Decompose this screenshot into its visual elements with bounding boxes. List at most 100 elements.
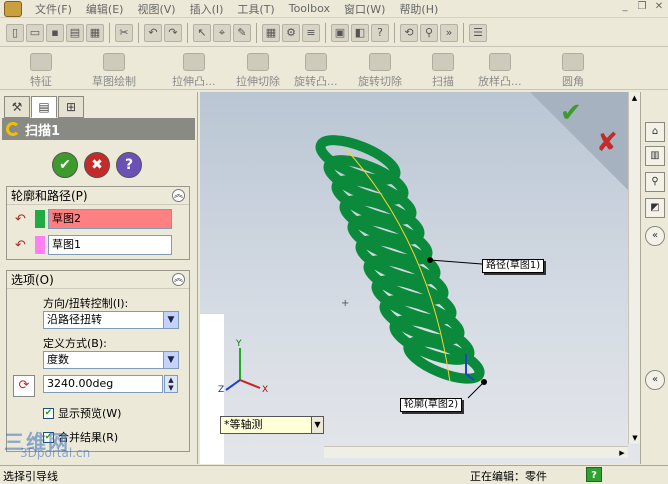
extrude-cut-icon xyxy=(247,53,269,71)
help-button[interactable]: ? xyxy=(116,152,142,178)
panel-title-bar: 扫描1 xyxy=(2,118,195,140)
collapse-icon[interactable]: ︽ xyxy=(172,189,185,202)
home-icon[interactable]: ⌂ xyxy=(645,122,665,142)
loft-button[interactable]: 放样凸... xyxy=(478,51,522,89)
profile-callout[interactable]: 轮廓(草图2) xyxy=(400,398,463,412)
orientation-label: 方向/扭转控制(I): xyxy=(43,297,129,310)
open-icon[interactable]: ▭ xyxy=(26,23,44,42)
grid-icon[interactable]: ▦ xyxy=(262,23,280,42)
view-orientation-select[interactable]: *等轴测 ▼ xyxy=(220,416,324,434)
file-explorer-icon[interactable]: ⚲ xyxy=(645,172,665,192)
scroll-up-icon[interactable]: ▲ xyxy=(629,92,640,104)
orientation-select[interactable]: 沿路径扭转 ▼ xyxy=(43,311,179,329)
status-help-icon[interactable]: ? xyxy=(586,467,602,482)
zoom-icon[interactable]: ⚲ xyxy=(420,23,438,42)
toolbar-separator xyxy=(394,22,395,43)
ok-button[interactable]: ✔ xyxy=(52,152,78,178)
cancel-button[interactable]: ✖ xyxy=(84,152,110,178)
save-icon[interactable]: ▪ xyxy=(46,23,64,42)
path-color-swatch xyxy=(35,236,45,254)
revolve-cut-icon xyxy=(369,53,391,71)
undo-icon[interactable]: ↶ xyxy=(144,23,162,42)
svg-text:Z: Z xyxy=(218,385,224,395)
extrude-boss-icon xyxy=(182,53,205,71)
minimize-icon[interactable]: _ xyxy=(618,1,632,15)
svg-text:Y: Y xyxy=(235,339,242,349)
scroll-down-icon[interactable]: ▼ xyxy=(629,432,640,444)
options-icon[interactable]: ≡ xyxy=(302,23,320,42)
status-editing: 正在编辑：零件 xyxy=(470,470,547,483)
design-library-icon[interactable]: ▥ xyxy=(645,146,665,166)
app-logo-icon[interactable] xyxy=(4,0,22,17)
help-icon[interactable]: ? xyxy=(371,23,389,42)
show-preview-checkbox[interactable]: ✔ xyxy=(43,407,54,419)
cut-icon[interactable]: ✂ xyxy=(115,23,133,42)
path-callout[interactable]: 路径(草图1) xyxy=(482,259,545,273)
define-label: 定义方式(B): xyxy=(43,337,107,350)
rotate-icon[interactable]: ⟲ xyxy=(400,23,418,42)
menu-file[interactable]: 文件(F) xyxy=(28,1,79,17)
expand-left-icon[interactable]: « xyxy=(645,370,665,390)
print-preview-icon[interactable]: ▦ xyxy=(86,23,104,42)
status-hint: 选择引导线 xyxy=(3,470,58,483)
collapse-left-icon[interactable]: « xyxy=(645,226,665,246)
close-icon[interactable]: ✕ xyxy=(652,1,666,15)
path-selection-box[interactable]: 草图1 xyxy=(48,235,172,255)
extrude-cut-button[interactable]: 拉伸切除 xyxy=(236,51,280,89)
config-manager-tab[interactable]: ⊞ xyxy=(58,96,84,118)
sweep-button[interactable]: 扫描 xyxy=(432,51,454,89)
accept-check-icon[interactable]: ✔ xyxy=(560,98,582,128)
define-select[interactable]: 度数 ▼ xyxy=(43,351,179,369)
new-icon[interactable]: ▯ xyxy=(6,23,24,42)
collapse-icon[interactable]: ︽ xyxy=(172,273,185,286)
revolve-cut-button[interactable]: 旋转切除 xyxy=(358,51,402,89)
standard-toolbar: ▯ ▭ ▪ ▤ ▦ ✂ ↶ ↷ ↖ ⌖ ✎ ▦ ⚙ ≡ ▣ ◧ ? ⟲ ⚲ » … xyxy=(0,19,668,47)
vertical-scrollbar[interactable]: ▲ ▼ xyxy=(628,92,640,444)
feature-tab-button[interactable]: 特征 xyxy=(30,51,52,89)
smart-dim-icon[interactable]: ⌖ xyxy=(213,23,231,42)
horizontal-scrollbar[interactable]: ▶ xyxy=(324,446,628,458)
profile-selection-box[interactable]: 草图2 xyxy=(48,209,172,229)
sketch-icon[interactable]: ✎ xyxy=(233,23,251,42)
menu-bar: 文件(F) 编辑(E) 视图(V) 插入(I) 工具(T) Toolbox 窗口… xyxy=(0,0,668,18)
scroll-right-icon[interactable]: ▶ xyxy=(616,447,628,459)
property-manager-tab[interactable]: ▤ xyxy=(31,96,57,118)
chevron-down-icon[interactable]: ▼ xyxy=(311,417,323,433)
fillet-button[interactable]: 圆角 xyxy=(562,51,584,89)
redo-icon[interactable]: ↷ xyxy=(164,23,182,42)
spinner-icon[interactable]: ▲ ▼ xyxy=(164,375,178,393)
more-icon[interactable]: » xyxy=(440,23,458,42)
revolve-boss-label: 旋转凸... xyxy=(294,75,338,88)
loft-label: 放样凸... xyxy=(478,75,522,88)
sweep-feature-icon xyxy=(6,122,20,136)
settings-icon[interactable]: ☰ xyxy=(469,23,487,42)
menu-help[interactable]: 帮助(H) xyxy=(392,1,445,17)
axis-triad: Y X Z xyxy=(218,339,268,395)
chevron-down-icon[interactable]: ▼ xyxy=(163,352,178,368)
reject-x-icon[interactable]: ✘ xyxy=(596,128,618,158)
revolve-boss-button[interactable]: 旋转凸... xyxy=(294,51,338,89)
toolbar-separator xyxy=(138,22,139,43)
feature-tree-tab[interactable]: ⚒ xyxy=(4,96,30,118)
extrude-boss-button[interactable]: 拉伸凸... xyxy=(172,51,216,89)
sketch-tab-button[interactable]: 草图绘制 xyxy=(92,51,136,89)
display-icon[interactable]: ◧ xyxy=(351,23,369,42)
chevron-down-icon[interactable]: ▼ xyxy=(163,312,178,328)
menu-insert[interactable]: 插入(I) xyxy=(183,1,231,17)
degree-input[interactable]: 3240.00deg xyxy=(43,375,163,393)
restore-icon[interactable]: ❐ xyxy=(635,1,649,15)
menu-view[interactable]: 视图(V) xyxy=(130,1,182,17)
task-pane-strip: ⌂ ▥ ⚲ ◩ « « xyxy=(640,92,668,464)
reverse-direction-icon[interactable]: ⟳ xyxy=(13,375,35,397)
rebuild-icon[interactable]: ⚙ xyxy=(282,23,300,42)
menu-toolbox[interactable]: Toolbox xyxy=(282,2,337,15)
status-bar: 选择引导线 正在编辑：零件 ? xyxy=(0,465,668,483)
palette-icon[interactable]: ◩ xyxy=(645,198,665,218)
box-icon[interactable]: ▣ xyxy=(331,23,349,42)
menu-window[interactable]: 窗口(W) xyxy=(337,1,392,17)
menu-tools[interactable]: 工具(T) xyxy=(230,1,281,17)
graphics-viewport[interactable]: + Y X Z ✔ ✘ 路径(草图1) 轮廓(草图2) ▲ ▼ ▶ xyxy=(200,92,640,464)
print-icon[interactable]: ▤ xyxy=(66,23,84,42)
select-icon[interactable]: ↖ xyxy=(193,23,211,42)
menu-edit[interactable]: 编辑(E) xyxy=(79,1,131,17)
